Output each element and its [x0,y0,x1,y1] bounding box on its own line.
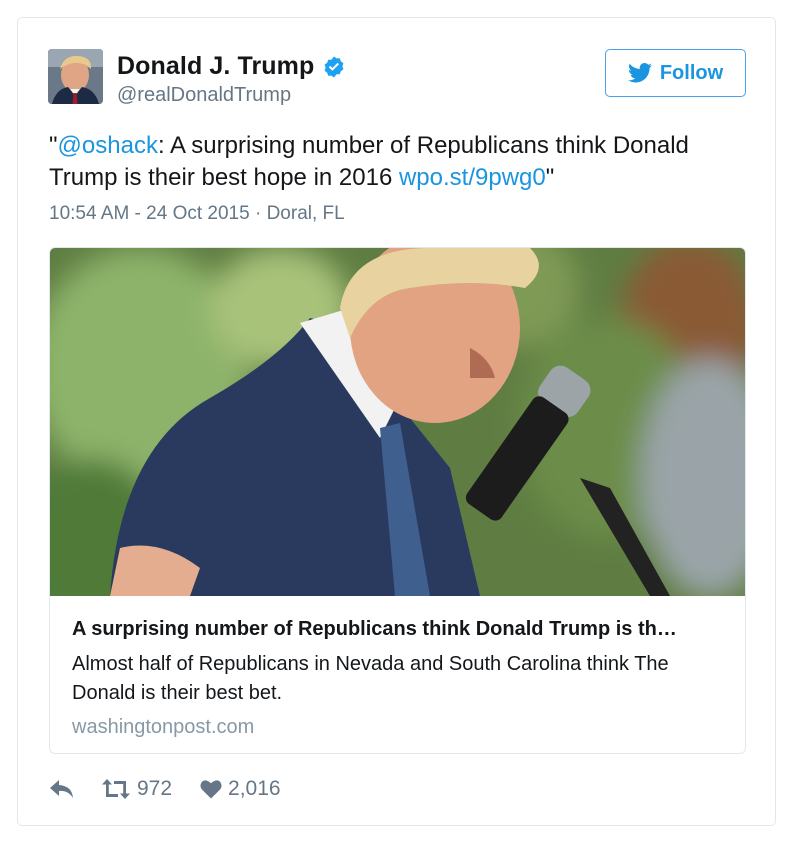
tweet-actions: 972 2,016 [49,777,281,801]
tweet-meta: 10:54 AM - 24 Oct 2015 · Doral, FL [49,203,345,225]
link-preview-card[interactable]: A surprising number of Republicans think… [49,247,746,754]
avatar-image [48,49,103,104]
retweet-count: 972 [137,777,173,800]
twitter-bird-icon [627,63,652,83]
meta-separator: · [249,203,267,224]
mention-link[interactable]: @oshack [58,132,158,159]
like-count: 2,016 [228,777,281,800]
timestamp-link[interactable]: 10:54 AM - 24 Oct 2015 [49,203,250,224]
link-card-description: Almost half of Republicans in Nevada and… [72,653,669,704]
like-button[interactable]: 2,016 [200,777,281,801]
link-card-title: A surprising number of Republicans think… [72,618,677,640]
short-url-link[interactable]: wpo.st/9pwg0 [399,164,546,191]
open-quote: " [49,132,58,159]
follow-label: Follow [659,61,724,84]
author-handle[interactable]: @realDonaldTrump [117,84,291,107]
speaker-at-microphone-photo [50,248,745,596]
retweet-button[interactable]: 972 [101,777,172,801]
link-card-domain: washingtonpost.com [72,716,255,738]
tweet-card: Donald J. Trump @realDonaldTrump Follow … [17,17,776,826]
close-quote: " [545,164,555,191]
link-card-body: A surprising number of Republicans think… [72,616,732,739]
avatar[interactable] [48,49,103,104]
verified-badge-icon [324,56,344,77]
location-link[interactable]: Doral, FL [267,203,345,224]
reply-icon [50,780,73,798]
reply-button[interactable] [49,778,75,800]
author-name[interactable]: Donald J. Trump [117,52,314,81]
follow-button[interactable]: Follow [605,49,746,97]
author-name-row[interactable]: Donald J. Trump [117,52,346,81]
heart-icon [200,780,222,799]
tweet-text: "@oshack: A surprising number of Republi… [49,130,739,194]
retweet-icon [102,779,130,799]
